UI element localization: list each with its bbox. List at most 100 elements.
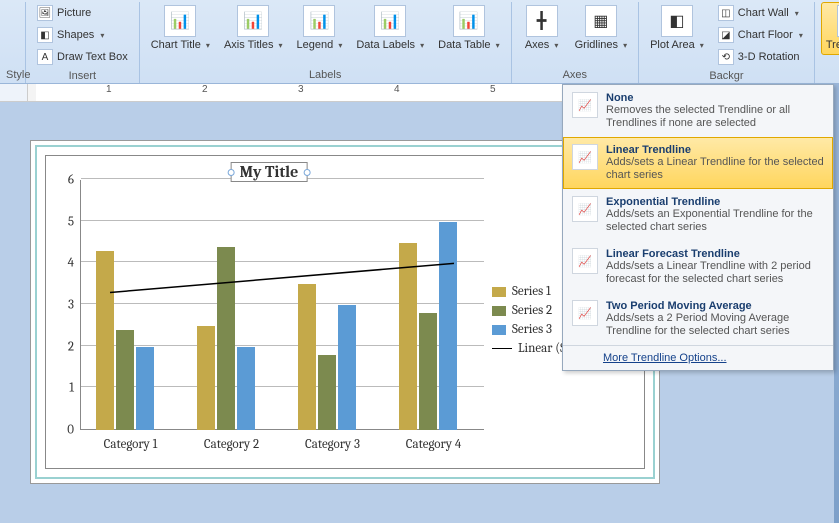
labels-group: 📊 Chart Title ▾ 📊 Axis Titles ▾ 📊 Legend… bbox=[140, 2, 512, 83]
ruler-number: 4 bbox=[394, 84, 400, 95]
shapes-icon: ◧ bbox=[37, 27, 53, 43]
picture-label: Picture bbox=[57, 7, 91, 19]
trendline-option-linear-forecast-trendline[interactable]: 📈 Linear Forecast TrendlineAdds/sets a Li… bbox=[563, 241, 833, 293]
legend-line-swatch bbox=[492, 348, 512, 349]
data-labels-button[interactable]: 📊 Data Labels ▾ bbox=[351, 2, 429, 55]
x-axis: Category 1Category 2Category 3Category 4 bbox=[80, 437, 484, 452]
x-tick-label: Category 3 bbox=[282, 437, 383, 452]
shapes-button[interactable]: ◧ Shapes ▾ bbox=[32, 24, 133, 46]
ribbon: Style 🖼 Picture ◧ Shapes ▾ A Draw Text B… bbox=[0, 0, 839, 84]
rotation-button[interactable]: ⟲ 3-D Rotation bbox=[713, 46, 808, 68]
legend-label: Series 2 bbox=[512, 303, 552, 318]
chart-floor-label: Chart Floor bbox=[738, 29, 793, 41]
more-trendline-link[interactable]: More Trendline Options... bbox=[603, 352, 727, 364]
ruler-corner bbox=[0, 84, 28, 101]
trendline-label: Trendline bbox=[826, 39, 839, 51]
ruler-number: 3 bbox=[298, 84, 304, 95]
chart-wall-icon: ◫ bbox=[718, 5, 734, 21]
chart-floor-icon: ◪ bbox=[718, 27, 734, 43]
y-tick-label: 6 bbox=[68, 173, 74, 188]
y-tick-label: 0 bbox=[67, 423, 74, 438]
chart-floor-button[interactable]: ◪ Chart Floor▾ bbox=[713, 24, 808, 46]
trendline-option-icon: 📈 bbox=[572, 300, 598, 326]
menu-item-title: None bbox=[606, 92, 824, 104]
chart-title-icon: 📊 bbox=[164, 5, 196, 37]
style-group: Style bbox=[0, 2, 26, 83]
chart-title-box[interactable]: My Title bbox=[231, 162, 308, 182]
picture-button[interactable]: 🖼 Picture bbox=[32, 2, 133, 24]
picture-icon: 🖼 bbox=[37, 5, 53, 21]
trendline-button[interactable]: 📈 Trendline ▾ bbox=[821, 2, 839, 55]
menu-item-desc: Adds/sets an Exponential Trendline for t… bbox=[606, 208, 824, 234]
y-tick-label: 5 bbox=[68, 214, 74, 229]
y-axis: 0123456 bbox=[54, 180, 78, 430]
chart-wall-button[interactable]: ◫ Chart Wall▾ bbox=[713, 2, 808, 24]
menu-item-desc: Adds/sets a Linear Trendline with 2 peri… bbox=[606, 260, 824, 286]
rotation-label: 3-D Rotation bbox=[738, 51, 800, 63]
textbox-button[interactable]: A Draw Text Box bbox=[32, 46, 133, 68]
gridlines-icon: ▦ bbox=[585, 5, 617, 37]
right-scrollbar[interactable] bbox=[834, 84, 839, 523]
trendline-option-icon: 📈 bbox=[572, 196, 598, 222]
axis-titles-label: Axis Titles bbox=[224, 39, 274, 51]
legend-label: Legend bbox=[297, 39, 334, 51]
background-group: ◧ Plot Area ▾ ◫ Chart Wall▾ ◪ Chart Floo… bbox=[639, 2, 814, 83]
axes-icon: ╋ bbox=[526, 5, 558, 37]
labels-group-label: Labels bbox=[146, 67, 505, 83]
trendline-option-icon: 📈 bbox=[572, 92, 598, 118]
legend-button[interactable]: 📊 Legend ▾ bbox=[292, 2, 348, 55]
y-tick-label: 3 bbox=[68, 298, 74, 313]
insert-group-label: Insert bbox=[32, 68, 133, 84]
trendline-option-icon: 📈 bbox=[572, 144, 598, 170]
gridlines-button[interactable]: ▦ Gridlines ▾ bbox=[570, 2, 632, 55]
textbox-icon: A bbox=[37, 49, 53, 65]
y-tick-label: 4 bbox=[68, 256, 74, 271]
x-tick-label: Category 1 bbox=[80, 437, 181, 452]
y-tick-label: 1 bbox=[69, 381, 74, 396]
trendline-more-options[interactable]: More Trendline Options... bbox=[563, 345, 833, 370]
trendline-option-two-period-moving-average[interactable]: 📈 Two Period Moving AverageAdds/sets a 2 … bbox=[563, 293, 833, 345]
x-tick-label: Category 2 bbox=[181, 437, 282, 452]
data-labels-label: Data Labels bbox=[356, 39, 415, 51]
plot-area[interactable]: 0123456 Category 1Category 2Category 3Ca… bbox=[54, 160, 484, 460]
analysis-group-label bbox=[821, 79, 839, 83]
x-tick-label: Category 4 bbox=[383, 437, 484, 452]
trendline-option-exponential-trendline[interactable]: 📈Exponential TrendlineAdds/sets an Expon… bbox=[563, 189, 833, 241]
gridlines-label: Gridlines bbox=[575, 39, 618, 51]
menu-item-title: Linear Forecast Trendline bbox=[606, 248, 824, 260]
data-table-label: Data Table bbox=[438, 39, 490, 51]
legend-swatch bbox=[492, 325, 506, 335]
trendline-option-none[interactable]: 📈 NoneRemoves the selected Trendline or a… bbox=[563, 85, 833, 137]
menu-item-title: Linear Trendline bbox=[606, 144, 824, 156]
chart-title-button[interactable]: 📊 Chart Title ▾ bbox=[146, 2, 215, 55]
trendline-line[interactable] bbox=[80, 180, 484, 430]
chart-title-text: My Title bbox=[240, 163, 299, 181]
axes-label: Axes bbox=[525, 39, 549, 51]
data-table-icon: 📊 bbox=[453, 5, 485, 37]
plot-area-label: Plot Area bbox=[650, 39, 695, 51]
axes-group-label: Axes bbox=[518, 67, 632, 83]
ruler-number: 5 bbox=[490, 84, 496, 95]
menu-item-desc: Removes the selected Trendline or all Tr… bbox=[606, 104, 824, 130]
axis-titles-button[interactable]: 📊 Axis Titles ▾ bbox=[219, 2, 288, 55]
menu-item-desc: Adds/sets a Linear Trendline for the sel… bbox=[606, 156, 824, 182]
plot-area-button[interactable]: ◧ Plot Area ▾ bbox=[645, 2, 709, 55]
textbox-label: Draw Text Box bbox=[57, 51, 128, 63]
legend-label: Series 3 bbox=[512, 322, 552, 337]
ruler-number: 1 bbox=[106, 84, 112, 95]
axes-button[interactable]: ╋ Axes ▾ bbox=[518, 2, 566, 55]
trendline-option-icon: 📈 bbox=[572, 248, 598, 274]
ruler-number: 2 bbox=[202, 84, 208, 95]
legend-label: Series 1 bbox=[512, 284, 551, 299]
shapes-label: Shapes bbox=[57, 29, 94, 41]
menu-item-title: Two Period Moving Average bbox=[606, 300, 824, 312]
data-labels-icon: 📊 bbox=[374, 5, 406, 37]
background-group-label: Backgr bbox=[645, 68, 808, 84]
legend-swatch bbox=[492, 287, 506, 297]
menu-item-desc: Adds/sets a 2 Period Moving Average Tren… bbox=[606, 312, 824, 338]
insert-group: 🖼 Picture ◧ Shapes ▾ A Draw Text Box Ins… bbox=[26, 2, 140, 83]
rotation-icon: ⟲ bbox=[718, 49, 734, 65]
chevron-down-icon: ▾ bbox=[100, 31, 104, 40]
data-table-button[interactable]: 📊 Data Table ▾ bbox=[433, 2, 504, 55]
trendline-option-linear-trendline[interactable]: 📈 Linear TrendlineAdds/sets a Linear Tren… bbox=[563, 137, 833, 189]
